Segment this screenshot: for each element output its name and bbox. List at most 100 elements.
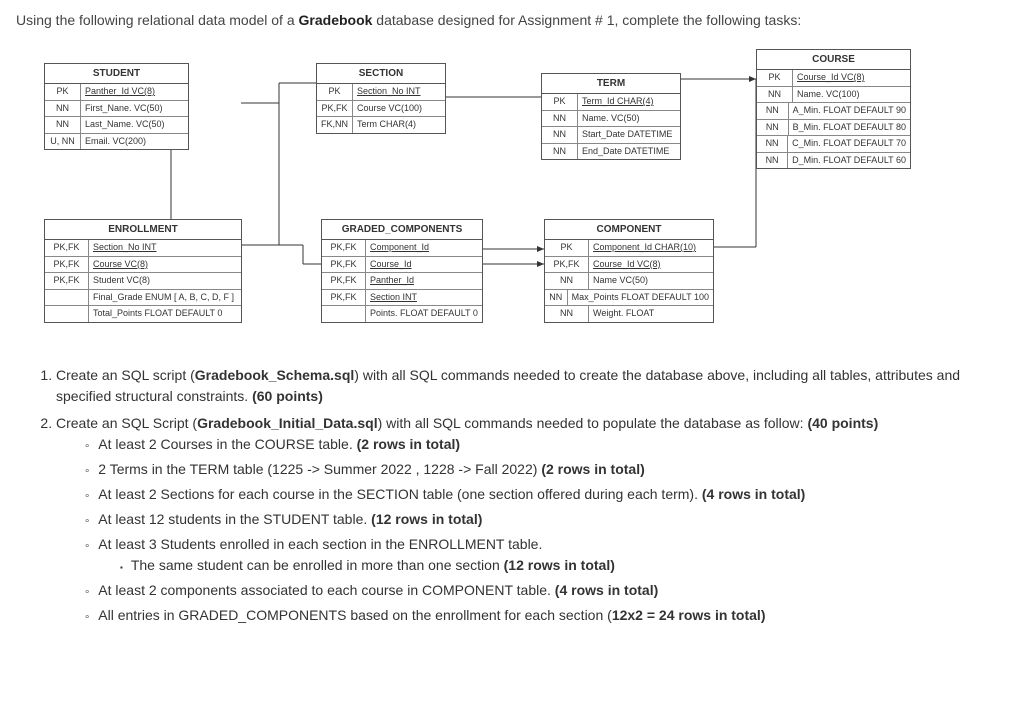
b5s-a: The same student can be enrolled in more… [131,557,504,573]
key-cell: NN [542,127,578,143]
attr-row: NNEnd_Date DATETIME [542,144,680,160]
key-cell: PK [45,84,81,100]
intro-bold: Gradebook [299,12,373,28]
attr-row: NNName VC(50) [545,273,713,290]
attr-cell: Component_Id CHAR(10) [589,240,713,256]
b3-b: (4 rows in total) [702,486,805,502]
intro-prefix: Using the following relational data mode… [16,12,299,28]
attr-cell: Section INT [366,290,482,306]
b7-a: All entries in GRADED_COMPONENTS based o… [98,607,612,623]
key-cell: NN [545,273,589,289]
entity-title: TERM [542,74,680,94]
key-cell [45,290,89,306]
key-cell [322,306,366,322]
entity-course: COURSE PKCourse_Id VC(8)NNName. VC(100)N… [756,49,911,169]
attr-row: U, NNEmail. VC(200) [45,134,188,150]
key-cell: NN [757,120,789,136]
b7-b: 12x2 = 24 rows in total) [612,607,766,623]
subtask: 2 Terms in the TERM table (1225 -> Summe… [84,459,1000,480]
attr-row: PKTerm_Id CHAR(4) [542,94,680,111]
key-cell: PK [757,70,793,86]
t2-d: (40 points) [807,415,878,431]
b5-a: At least 3 Students enrolled in each sec… [98,536,542,552]
attr-row: NNLast_Name. VC(50) [45,117,188,134]
key-cell: PK,FK [45,257,89,273]
attr-row: Final_Grade ENUM [ A, B, C, D, F ] [45,290,241,307]
attr-cell: Total_Points FLOAT DEFAULT 0 [89,306,241,322]
key-cell: NN [545,306,589,322]
attr-cell: First_Nane. VC(50) [81,101,188,117]
attr-row: NNA_Min. FLOAT DEFAULT 90 [757,103,910,120]
key-cell: NN [542,144,578,160]
attr-cell: Panther_Id VC(8) [81,84,188,100]
entity-rows: PKPanther_Id VC(8)NNFirst_Nane. VC(50)NN… [45,84,188,149]
entity-graded-components: GRADED_COMPONENTS PK,FKComponent_IdPK,FK… [321,219,483,323]
attr-row: NNName. VC(50) [542,111,680,128]
attr-row: PKComponent_Id CHAR(10) [545,240,713,257]
attr-row: NNC_Min. FLOAT DEFAULT 70 [757,136,910,153]
subtask-list: At least 2 Courses in the COURSE table. … [56,434,1000,626]
key-cell: PK,FK [317,101,353,117]
attr-row: NNName. VC(100) [757,87,910,104]
attr-cell: A_Min. FLOAT DEFAULT 90 [789,103,910,119]
key-cell: PK,FK [45,273,89,289]
subsub-list: The same student can be enrolled in more… [84,555,1000,576]
attr-cell: End_Date DATETIME [578,144,680,160]
subtask: At least 2 components associated to each… [84,580,1000,601]
entity-title: SECTION [317,64,445,84]
key-cell: NN [545,290,568,306]
b4-b: (12 rows in total) [371,511,482,527]
key-cell: NN [757,87,793,103]
b1-a: At least 2 Courses in the COURSE table. [98,436,356,452]
b2-a: 2 Terms in the TERM table (1225 -> Summe… [98,461,541,477]
key-cell: NN [542,111,578,127]
entity-rows: PKSection_No INTPK,FKCourse VC(100)FK,NN… [317,84,445,133]
attr-row: NNB_Min. FLOAT DEFAULT 80 [757,120,910,137]
entity-rows: PKComponent_Id CHAR(10)PK,FKCourse_Id VC… [545,240,713,322]
key-cell: PK,FK [322,273,366,289]
b4-a: At least 12 students in the STUDENT tabl… [98,511,371,527]
key-cell: PK [545,240,589,256]
attr-row: NNWeight. FLOAT [545,306,713,322]
attr-cell: C_Min. FLOAT DEFAULT 70 [788,136,910,152]
subtask: All entries in GRADED_COMPONENTS based o… [84,605,1000,626]
entity-rows: PKTerm_Id CHAR(4)NNName. VC(50)NNStart_D… [542,94,680,159]
tasks-section: Create an SQL script (Gradebook_Schema.s… [16,365,1000,626]
attr-cell: Name. VC(100) [793,87,910,103]
b3-a: At least 2 Sections for each course in t… [98,486,702,502]
entity-title: STUDENT [45,64,188,84]
attr-row: NNMax_Points FLOAT DEFAULT 100 [545,290,713,307]
attr-row: PK,FKPanther_Id [322,273,482,290]
attr-row: NND_Min. FLOAT DEFAULT 60 [757,153,910,169]
task-2: Create an SQL Script (Gradebook_Initial_… [56,413,1000,626]
attr-cell: Section_No INT [89,240,241,256]
t2-c: ) with all SQL commands needed to popula… [378,415,808,431]
entity-student: STUDENT PKPanther_Id VC(8)NNFirst_Nane. … [44,63,189,150]
attr-cell: Student VC(8) [89,273,241,289]
t1-d: (60 points) [252,388,323,404]
attr-cell: Course VC(100) [353,101,445,117]
key-cell: PK,FK [322,240,366,256]
attr-row: PKSection_No INT [317,84,445,101]
attr-cell: Term CHAR(4) [353,117,445,133]
entity-title: GRADED_COMPONENTS [322,220,482,240]
attr-row: PK,FKSection INT [322,290,482,307]
attr-row: Points. FLOAT DEFAULT 0 [322,306,482,322]
attr-row: PK,FKCourse VC(100) [317,101,445,118]
er-diagram: STUDENT PKPanther_Id VC(8)NNFirst_Nane. … [16,49,1000,349]
attr-cell: Component_Id [366,240,482,256]
key-cell: NN [757,153,788,169]
subtask: At least 3 Students enrolled in each sec… [84,534,1000,576]
entity-term: TERM PKTerm_Id CHAR(4)NNName. VC(50)NNSt… [541,73,681,160]
attr-cell: Name. VC(50) [578,111,680,127]
attr-cell: Max_Points FLOAT DEFAULT 100 [568,290,713,306]
t1-b: Gradebook_Schema.sql [195,367,355,383]
t2-b: Gradebook_Initial_Data.sql [197,415,378,431]
attr-cell: Start_Date DATETIME [578,127,680,143]
entity-rows: PK,FKSection_No INTPK,FKCourse VC(8)PK,F… [45,240,241,322]
attr-cell: Course_Id [366,257,482,273]
t2-a: Create an SQL Script ( [56,415,197,431]
subtask: At least 2 Sections for each course in t… [84,484,1000,505]
attr-row: NNFirst_Nane. VC(50) [45,101,188,118]
attr-cell: Course VC(8) [89,257,241,273]
